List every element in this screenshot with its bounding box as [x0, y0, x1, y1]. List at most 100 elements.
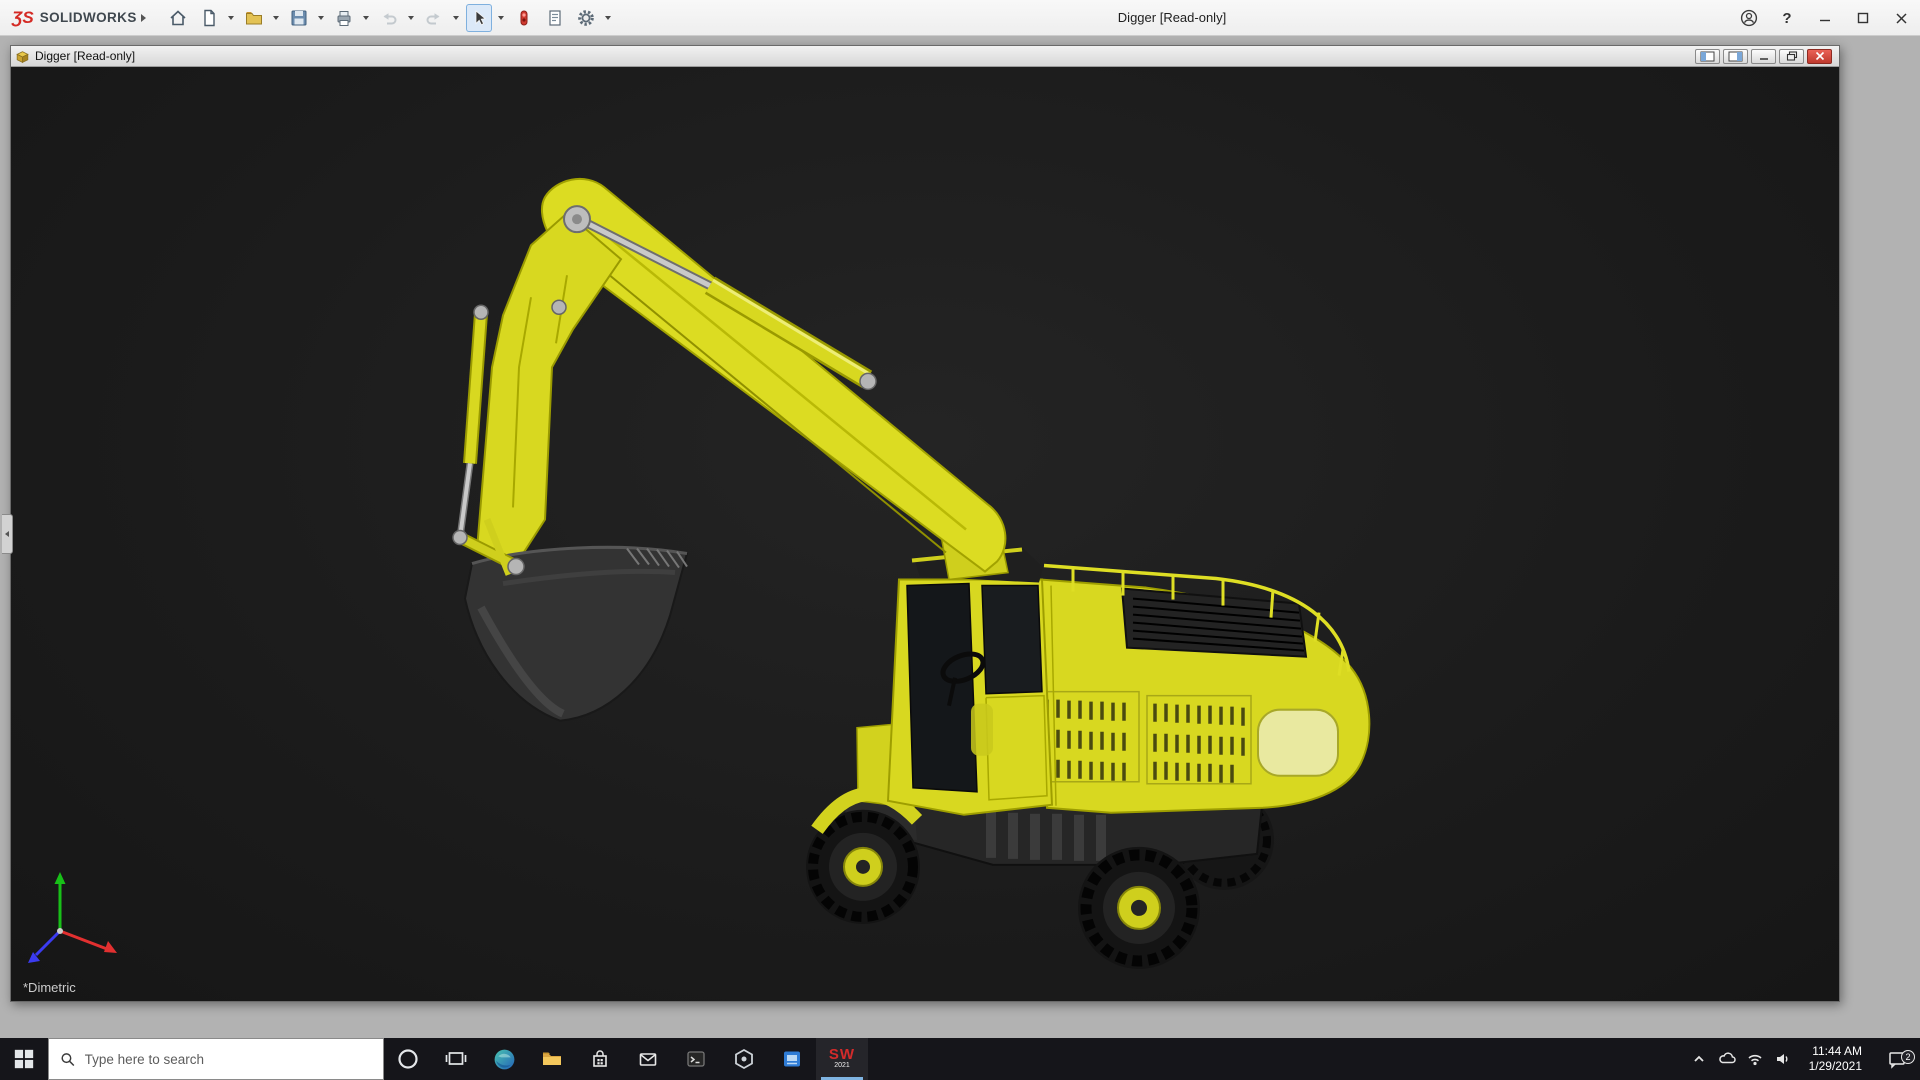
account-icon — [1740, 9, 1758, 27]
home-button[interactable] — [165, 4, 191, 32]
terminal-icon — [687, 1051, 705, 1067]
file-explorer-icon — [543, 1052, 561, 1065]
solidworks-taskbar-button[interactable]: SW 2021 — [816, 1038, 868, 1080]
doc-pane-right-button[interactable] — [1723, 48, 1748, 64]
pane-right-icon — [1728, 51, 1743, 61]
viewport-3d[interactable]: *Dimetric — [11, 67, 1839, 1001]
document-window-controls — [1695, 48, 1835, 64]
open-folder-icon — [245, 11, 262, 24]
document-titlebar[interactable]: Digger [Read-only] — [11, 46, 1839, 67]
file-explorer-button[interactable] — [528, 1038, 576, 1080]
blue-app-icon — [784, 1051, 800, 1067]
file-properties-icon — [549, 9, 561, 26]
terminal-button[interactable] — [672, 1038, 720, 1080]
assembly-document-icon — [16, 50, 29, 63]
redo-button[interactable] — [421, 4, 447, 32]
excavator-model[interactable] — [11, 67, 1839, 1001]
search-input[interactable] — [84, 1051, 372, 1067]
dropdown-caret-icon[interactable] — [407, 4, 416, 32]
dropdown-caret-icon[interactable] — [227, 4, 236, 32]
restore-icon — [1786, 51, 1797, 61]
new-document-button[interactable] — [196, 4, 222, 32]
doc-minimize-button[interactable] — [1751, 48, 1776, 64]
dropdown-caret-icon[interactable] — [272, 4, 281, 32]
chevron-up-icon — [1693, 1055, 1704, 1062]
hexagon-app-icon — [735, 1048, 753, 1070]
document-title: Digger [Read-only] — [35, 49, 136, 63]
start-button[interactable] — [0, 1038, 48, 1080]
store-button[interactable] — [576, 1038, 624, 1080]
doc-close-button[interactable] — [1807, 48, 1832, 64]
options-button[interactable] — [573, 4, 599, 32]
wheel-rear[interactable] — [1078, 846, 1200, 969]
store-icon — [593, 1050, 607, 1067]
select-button[interactable] — [465, 3, 492, 32]
onedrive-button[interactable] — [1713, 1050, 1741, 1068]
undo-icon — [383, 12, 397, 24]
open-button[interactable] — [241, 4, 267, 32]
hidden-icons-button[interactable] — [1685, 1050, 1713, 1068]
save-icon — [291, 10, 307, 25]
dropdown-caret-icon[interactable] — [452, 4, 461, 32]
edge-icon — [494, 1049, 514, 1069]
save-button[interactable] — [286, 4, 312, 32]
app-maximize-button[interactable] — [1844, 0, 1882, 36]
mail-button[interactable] — [624, 1038, 672, 1080]
solidworks-logo-icon: ƷS — [12, 7, 34, 27]
dropdown-caret-icon[interactable] — [317, 4, 326, 32]
home-icon — [170, 9, 186, 25]
clock-time: 11:44 AM — [1812, 1044, 1862, 1058]
solidworks-brand[interactable]: ƷS SOLIDWORKS — [0, 8, 137, 28]
dropdown-caret-icon[interactable] — [497, 4, 506, 32]
triad-y-axis — [54, 872, 66, 931]
task-view-button[interactable] — [432, 1038, 480, 1080]
dropdown-caret-icon[interactable] — [362, 4, 371, 32]
pane-left-icon — [1700, 51, 1715, 61]
app-minimize-button[interactable] — [1806, 0, 1844, 36]
blue-app-button[interactable] — [768, 1038, 816, 1080]
windows-logo-icon — [14, 1049, 34, 1069]
file-properties-button[interactable] — [542, 4, 568, 32]
notification-badge: 2 — [1901, 1050, 1915, 1064]
edge-button[interactable] — [480, 1038, 528, 1080]
clock-date: 1/29/2021 — [1808, 1059, 1862, 1073]
hexagon-app-button[interactable] — [720, 1038, 768, 1080]
doc-pane-left-button[interactable] — [1695, 48, 1720, 64]
taskbar: SW 2021 — [0, 1038, 1920, 1080]
network-button[interactable] — [1741, 1050, 1769, 1068]
triad-x-axis — [59, 929, 117, 953]
account-button[interactable] — [1730, 0, 1768, 36]
doc-restore-button[interactable] — [1779, 48, 1804, 64]
brand-expand-icon[interactable] — [137, 0, 151, 36]
dropdown-caret-icon[interactable] — [604, 4, 613, 32]
system-tray: 11:44 AM 1/29/2021 2 — [1685, 1038, 1920, 1080]
volume-button[interactable] — [1769, 1050, 1797, 1068]
dipper-pin — [551, 299, 567, 316]
cloud-icon — [1718, 1052, 1736, 1064]
undo-button[interactable] — [376, 4, 402, 32]
app-close-button[interactable] — [1882, 0, 1920, 36]
print-button[interactable] — [331, 4, 357, 32]
task-view-icon — [445, 1052, 467, 1065]
close-icon — [1895, 12, 1907, 24]
select-cursor-icon — [475, 9, 486, 25]
help-icon: ? — [1782, 9, 1792, 27]
cab[interactable] — [886, 546, 1054, 816]
collapsed-panel-tab[interactable] — [2, 514, 13, 554]
new-document-icon — [204, 9, 215, 26]
taskbar-clock[interactable]: 11:44 AM 1/29/2021 — [1797, 1044, 1874, 1074]
speaker-icon — [1776, 1054, 1788, 1064]
solidworks-app-icon: SW — [828, 1046, 856, 1063]
bucket[interactable] — [463, 545, 689, 722]
taskbar-search[interactable] — [48, 1038, 384, 1080]
maximize-icon — [1857, 12, 1869, 24]
cortana-button[interactable] — [384, 1038, 432, 1080]
rebuild-button[interactable] — [511, 4, 537, 32]
help-button[interactable]: ? — [1768, 0, 1806, 36]
dipper-arm[interactable] — [475, 211, 623, 569]
redo-icon — [426, 12, 440, 24]
orientation-triad — [28, 872, 117, 963]
search-icon — [61, 1052, 75, 1066]
action-center-button[interactable]: 2 — [1874, 1049, 1920, 1069]
desktop: ƷS SOLIDWORKS Digger [Read-only] ? Digge… — [0, 0, 1920, 1080]
